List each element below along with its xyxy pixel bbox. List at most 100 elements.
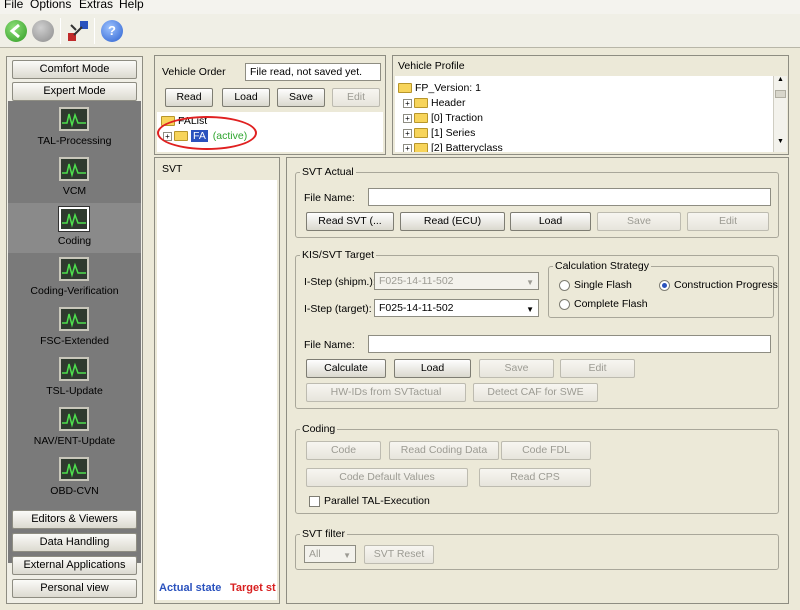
vehicle-profile-tree: FP_Version: 1 + Header + [0] Traction + [1]… (395, 76, 773, 152)
dropdown-arrow-icon: ▼ (526, 305, 534, 314)
read-ecu-button[interactable]: Read (ECU) (400, 212, 505, 231)
svt-label: SVT (162, 163, 183, 175)
calculation-strategy-group: Calculation Strategy Single Flash Constr… (548, 260, 778, 318)
scroll-down-icon[interactable]: ▼ (774, 138, 787, 150)
mode-coding[interactable]: Coding (8, 203, 141, 253)
expand-icon[interactable]: + (403, 128, 412, 138)
expand-icon[interactable]: + (403, 98, 412, 108)
svt-actual-load-button[interactable]: Load (510, 212, 591, 231)
connection-icon[interactable] (66, 19, 90, 43)
expert-mode-button[interactable]: Expert Mode (12, 82, 137, 101)
back-arrow-icon[interactable] (5, 20, 27, 42)
read-svt-button[interactable]: Read SVT (... (306, 212, 394, 231)
vehicle-profile-label: Vehicle Profile (398, 60, 465, 72)
istep-target-select[interactable]: F025-14-11-502 ▼ (374, 299, 539, 317)
kis-save-button[interactable]: Save (479, 359, 554, 378)
menu-bar: File Options Extras Help (0, 0, 800, 14)
mode-tal-processing[interactable]: TAL-Processing (8, 103, 141, 153)
construction-progress-radio[interactable] (659, 280, 670, 291)
code-default-values-button[interactable]: Code Default Values (306, 468, 468, 487)
vehicle-order-label: Vehicle Order (162, 66, 226, 78)
expert-mode-panel: TAL-Processing VCM Coding Coding-Verific… (8, 101, 141, 563)
profile-node-series[interactable]: + [1] Series (403, 126, 475, 140)
oscilloscope-icon (59, 307, 89, 331)
target-state-tab[interactable]: Target st (230, 582, 276, 594)
help-icon[interactable]: ? (101, 20, 123, 42)
menu-extras[interactable]: Extras (79, 0, 113, 11)
istep-target-label: I-Step (target): (304, 303, 372, 315)
oscilloscope-icon (59, 407, 89, 431)
menu-help[interactable]: Help (119, 0, 144, 11)
vehicle-order-edit-button[interactable]: Edit (332, 88, 380, 107)
kis-file-name-input[interactable] (368, 335, 771, 353)
left-navigation: Comfort Mode Expert Mode TAL-Processing … (6, 56, 143, 604)
parallel-tal-checkbox[interactable] (309, 496, 320, 507)
svt-reset-button[interactable]: SVT Reset (364, 545, 434, 564)
scroll-up-icon[interactable]: ▲ (774, 76, 787, 88)
svt-actual-group: SVT Actual File Name: Read SVT (... Read… (295, 166, 779, 238)
personal-view-button[interactable]: Personal view (12, 579, 137, 598)
scroll-thumb[interactable] (775, 90, 786, 98)
folder-icon (398, 83, 412, 94)
forward-icon[interactable] (32, 20, 54, 42)
mode-coding-verification[interactable]: Coding-Verification (8, 253, 141, 303)
oscilloscope-icon (59, 107, 89, 131)
calculate-button[interactable]: Calculate (306, 359, 386, 378)
folder-icon (414, 128, 428, 139)
vehicle-order-save-button[interactable]: Save (277, 88, 325, 107)
oscilloscope-icon (59, 357, 89, 381)
profile-root-node[interactable]: FP_Version: 1 (398, 81, 481, 95)
data-handling-button[interactable]: Data Handling (12, 533, 137, 552)
svt-actual-save-button[interactable]: Save (597, 212, 681, 231)
oscilloscope-icon (59, 157, 89, 181)
vehicle-order-read-button[interactable]: Read (165, 88, 213, 107)
menu-options[interactable]: Options (30, 0, 71, 11)
vehicle-order-load-button[interactable]: Load (222, 88, 270, 107)
kis-edit-button[interactable]: Edit (560, 359, 635, 378)
profile-node-header[interactable]: + Header (403, 96, 465, 110)
kis-load-button[interactable]: Load (394, 359, 471, 378)
actual-state-tab[interactable]: Actual state (159, 582, 221, 594)
code-fdl-button[interactable]: Code FDL (501, 441, 591, 460)
mode-obd-cvn[interactable]: OBD-CVN (8, 453, 141, 503)
svt-filter-select[interactable]: All ▼ (304, 545, 356, 563)
coding-group: Coding Code Read Coding Data Code FDL Co… (295, 423, 779, 514)
svt-filter-group: SVT filter All ▼ SVT Reset (295, 528, 779, 570)
svt-actual-file-name-label: File Name: (304, 192, 355, 204)
vehicle-profile-scrollbar[interactable]: ▲ ▼ (773, 76, 787, 152)
mode-tsl-update[interactable]: TSL-Update (8, 353, 141, 403)
detect-caf-button[interactable]: Detect CAF for SWE (473, 383, 598, 402)
mode-vcm[interactable]: VCM (8, 153, 141, 203)
mode-nav-ent-update[interactable]: NAV/ENT-Update (8, 403, 141, 453)
code-button[interactable]: Code (306, 441, 381, 460)
highlight-circle (157, 116, 257, 150)
expand-icon[interactable]: + (403, 143, 412, 152)
read-coding-data-button[interactable]: Read Coding Data (389, 441, 499, 460)
svt-actual-edit-button[interactable]: Edit (687, 212, 769, 231)
vehicle-order-status-field: File read, not saved yet. (245, 63, 381, 81)
hw-ids-button[interactable]: HW-IDs from SVTactual (306, 383, 466, 402)
expand-icon[interactable]: + (403, 113, 412, 123)
folder-icon (414, 113, 428, 124)
single-flash-radio[interactable] (559, 280, 570, 291)
read-cps-button[interactable]: Read CPS (479, 468, 591, 487)
dropdown-arrow-icon: ▼ (526, 278, 534, 287)
menu-file[interactable]: File (4, 0, 23, 11)
calculation-strategy-title: Calculation Strategy (553, 260, 651, 272)
vehicle-profile-panel: Vehicle Profile FP_Version: 1 + Header +[… (392, 55, 789, 155)
comfort-mode-button[interactable]: Comfort Mode (12, 60, 137, 79)
svt-filter-title: SVT filter (300, 528, 347, 540)
svt-actual-title: SVT Actual (300, 166, 356, 178)
profile-node-batteryclass[interactable]: + [2] Batteryclass (403, 141, 503, 152)
profile-node-traction[interactable]: + [0] Traction (403, 111, 483, 125)
complete-flash-radio[interactable] (559, 299, 570, 310)
toolbar: ? (0, 14, 800, 48)
svt-actual-file-name-input[interactable] (368, 188, 771, 206)
oscilloscope-icon (59, 457, 89, 481)
editors-viewers-button[interactable]: Editors & Viewers (12, 510, 137, 529)
istep-shipm-select[interactable]: F025-14-11-502 ▼ (374, 272, 539, 290)
external-applications-button[interactable]: External Applications (12, 556, 137, 575)
oscilloscope-icon (59, 257, 89, 281)
mode-fsc-extended[interactable]: FSC-Extended (8, 303, 141, 353)
complete-flash-label: Complete Flash (574, 298, 648, 310)
